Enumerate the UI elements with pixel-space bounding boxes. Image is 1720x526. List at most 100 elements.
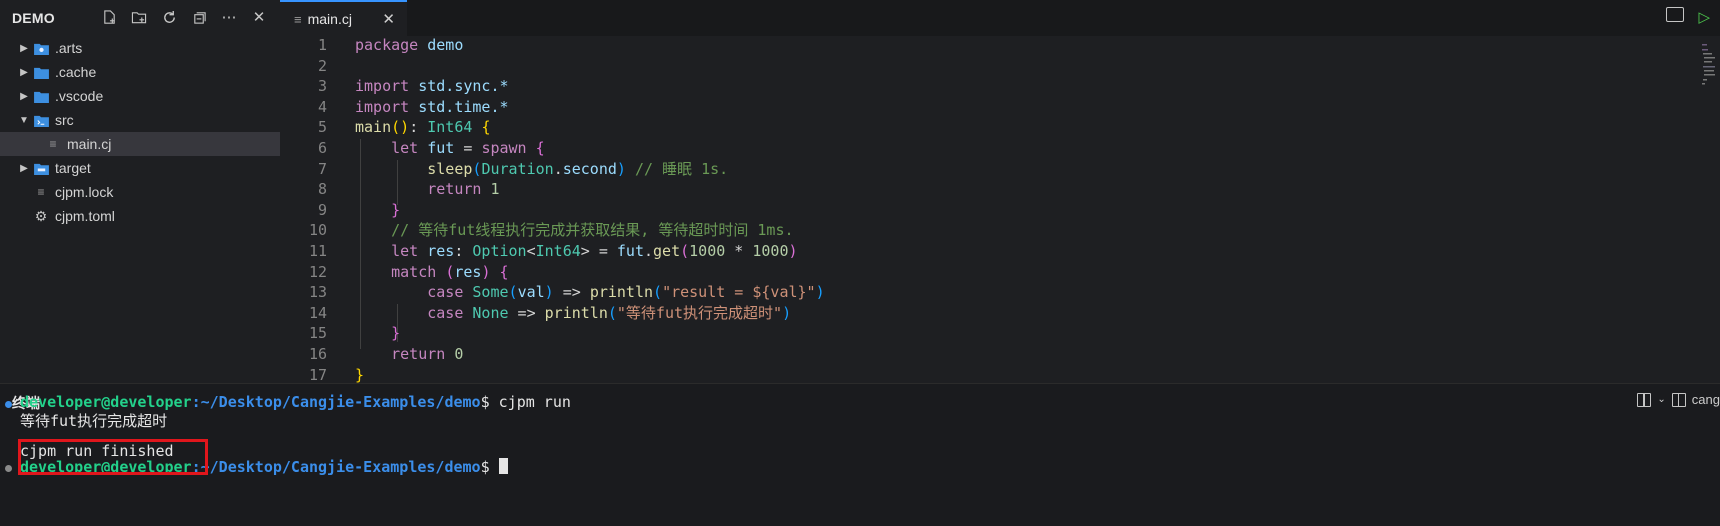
terminal-cursor [498, 458, 508, 474]
token: : [409, 118, 428, 137]
token: { [535, 139, 545, 157]
token: second [562, 159, 617, 178]
line-number: 11 [308, 242, 327, 260]
token: Option [472, 242, 527, 260]
line-number: 9 [317, 200, 327, 219]
annotation-highlight-box [18, 439, 208, 475]
new-folder-icon[interactable] [128, 6, 150, 28]
code-line: 15 } [280, 323, 1680, 344]
split-terminal-icon[interactable] [1637, 392, 1652, 407]
code-line: 12 match (res) { [280, 262, 1680, 283]
new-file-icon[interactable] [98, 6, 120, 28]
folder-icon [32, 90, 50, 103]
explorer-sidebar: DEMO ⋯ ✕ ▶ .arts ▶ .cache ▶ .vscode ▼ sr… [0, 0, 280, 383]
explorer-title: DEMO [12, 10, 55, 26]
line-number: 10 [308, 221, 327, 240]
token: return [427, 180, 482, 199]
tree-item-cjpm-toml[interactable]: ⚙ cjpm.toml [0, 204, 280, 228]
chevron-down-icon[interactable]: ⌄ [1657, 394, 1665, 405]
line-number: 16 [308, 345, 327, 363]
close-icon[interactable]: ✕ [248, 6, 270, 28]
code-line: 17} [280, 365, 1680, 383]
tree-item-main-cj[interactable]: ≡ main.cj [0, 132, 280, 156]
line-number: 14 [308, 303, 327, 322]
token: { [499, 262, 509, 281]
token: let [391, 242, 419, 260]
token: case [427, 283, 464, 302]
token: = [589, 242, 617, 260]
token: get [653, 242, 681, 260]
code-editor[interactable]: 1 package demo 2 3 import std.sync.* 4 impo… [280, 36, 1720, 383]
code-line: 16 return 0 [280, 344, 1680, 365]
run-icon[interactable]: ▷ [1698, 8, 1710, 26]
tree-item-label: .vscode [55, 88, 104, 104]
chevron-right-icon: ▶ [20, 90, 28, 102]
token: ( [680, 242, 690, 260]
code-line: 9 } [280, 200, 1680, 221]
chevron-right-icon: ▶ [20, 42, 28, 54]
tree-item-src[interactable]: ▼ src [0, 108, 280, 132]
explorer-actions: ⋯ ✕ [98, 6, 270, 28]
file-lines-icon: ≡ [294, 11, 302, 27]
token: ) [788, 242, 798, 260]
gear-icon: ⚙ [34, 207, 48, 224]
token: < [526, 242, 536, 260]
folder-open-icon [32, 114, 50, 127]
token: // 睡眠 1s. [634, 159, 729, 178]
token: import [355, 77, 410, 96]
token: "等待fut执行完成超时" [616, 303, 783, 322]
refresh-icon[interactable] [158, 6, 180, 28]
token: fut [616, 242, 644, 260]
more-icon[interactable]: ⋯ [218, 6, 240, 28]
tree-item-arts[interactable]: ▶ .arts [0, 36, 280, 60]
line-number: 15 [308, 324, 327, 343]
tree-item-vscode[interactable]: ▶ .vscode [0, 84, 280, 108]
token: None [472, 303, 509, 322]
line-number: 2 [317, 56, 327, 75]
tree-item-target[interactable]: ▶ target [0, 156, 280, 180]
minimap[interactable] [1702, 42, 1716, 87]
token: case [427, 303, 464, 322]
token: ) [782, 303, 792, 322]
command-pending-dot [5, 465, 12, 472]
line-number: 6 [317, 139, 327, 157]
collapse-all-icon[interactable] [188, 6, 210, 28]
token: > [580, 242, 590, 260]
code-line: 11 let res: Option<Int64> = fut.get(1000… [280, 241, 1680, 262]
terminal-command: cjpm run [489, 393, 571, 411]
tree-item-cache[interactable]: ▶ .cache [0, 60, 280, 84]
terminal-instance-label[interactable]: cang [1692, 392, 1720, 407]
line-number: 4 [317, 97, 327, 116]
token: println [544, 303, 608, 322]
terminal-instance-icon[interactable] [1671, 392, 1686, 407]
tree-item-label: target [55, 160, 91, 176]
token: ( [607, 303, 617, 322]
code-line: 14 case None => println("等待fut执行完成超时") [280, 303, 1680, 324]
token: Some [472, 283, 509, 302]
token: . [553, 159, 563, 178]
open-preview-icon[interactable] [1666, 7, 1684, 22]
tree-item-cjpm-lock[interactable]: ≡ cjpm.lock [0, 180, 280, 204]
token: std.time.* [418, 97, 509, 116]
token: res [427, 242, 455, 260]
code-line: 5 main(): Int64 { [280, 117, 1680, 138]
code-line: 7 sleep(Duration.second) // 睡眠 1s. [280, 159, 1680, 180]
editor-tab-bar: ≡ main.cj ✕ ▷ [280, 0, 1720, 36]
close-tab-icon[interactable]: ✕ [382, 10, 395, 28]
token: ( [508, 283, 518, 302]
token: val [517, 283, 545, 302]
token: 1 [490, 180, 500, 199]
token: std.sync.* [418, 77, 509, 96]
tab-main-cj[interactable]: ≡ main.cj ✕ [280, 0, 407, 36]
code-line: 2 [280, 56, 1680, 77]
code-line: 10 // 等待fut线程执行完成并获取结果, 等待超时时间 1ms. [280, 220, 1680, 241]
token: "result = ${val}" [662, 283, 816, 302]
file-lines-icon: ≡ [37, 185, 45, 199]
token: import [355, 97, 410, 116]
line-number: 8 [317, 180, 327, 199]
command-success-dot [5, 401, 12, 408]
terminal-panel[interactable]: 终端 ⌄ cang developer@developer:~/Desktop/… [0, 383, 1720, 526]
tree-item-label: cjpm.lock [55, 184, 114, 200]
explorer-header: DEMO ⋯ ✕ [0, 0, 280, 36]
tree-item-label: .arts [55, 40, 83, 56]
